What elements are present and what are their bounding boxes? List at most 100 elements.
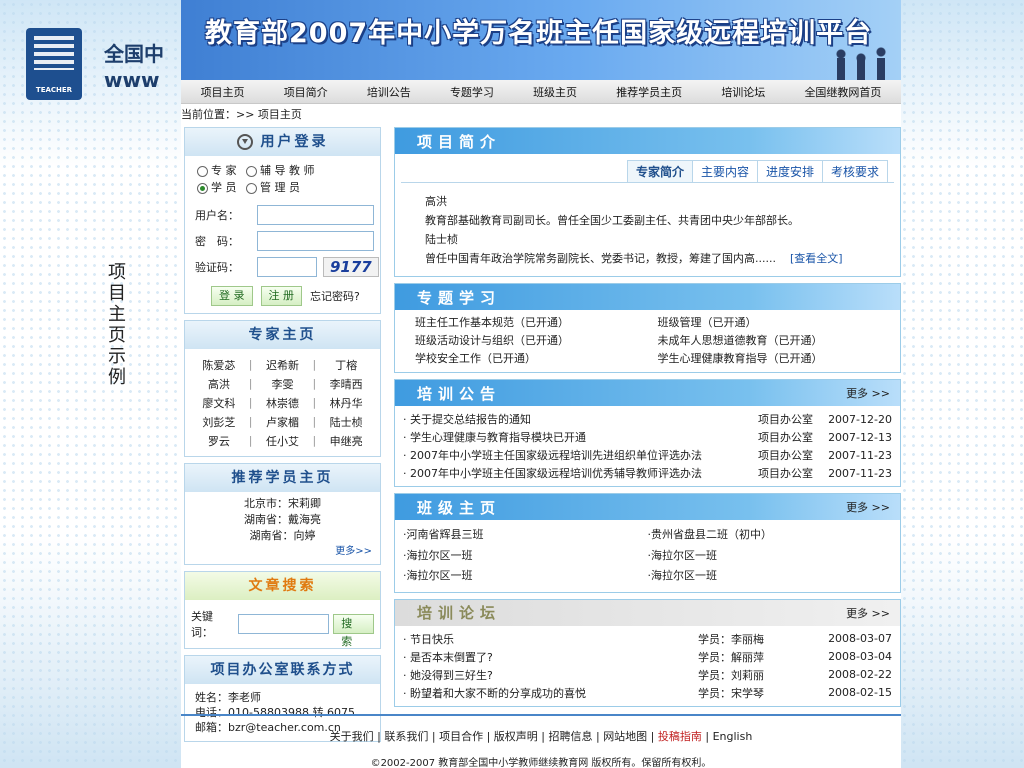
tab-schedule[interactable]: 进度安排 <box>756 160 823 182</box>
topic-link[interactable]: 班主任工作基本规范（已开通） <box>415 314 658 332</box>
experts-panel: 专家主页 陈爱苾 | 迟希新 | 丁榕 高洪 | 李雯 | 李晴西 廖文科 | 林崇德 | 林丹华 刘彭… <box>184 320 381 457</box>
forum-more-link[interactable]: 更多 >> <box>846 605 890 621</box>
expert-link[interactable]: 李雯 <box>255 374 311 393</box>
expert-link[interactable]: 廖文科 <box>191 393 247 412</box>
side-caption: 项目主页示例 <box>105 262 126 388</box>
topic-link[interactable]: 班级活动设计与组织（已开通） <box>415 332 658 350</box>
nav-recommend[interactable]: 推荐学员主页 <box>616 84 682 100</box>
recommend-panel: 推荐学员主页 北京市：宋莉卿 湖南省：戴海亮 湖南省：向婷 更多>> <box>184 463 381 565</box>
nav-forum[interactable]: 培训论坛 <box>721 84 765 100</box>
banner: 教育部2007年中小学万名班主任国家级远程培训平台 <box>181 0 901 80</box>
experts-title: 专家主页 <box>185 321 380 349</box>
expert-link[interactable]: 李晴西 <box>318 374 374 393</box>
read-more-link[interactable]: [查看全文] <box>790 252 843 265</box>
role-radio-admin[interactable] <box>246 182 257 194</box>
list-item: · 关于提交总结报告的通知 项目办公室 2007-12-20 <box>403 411 892 427</box>
expert-link[interactable]: 刘彭芝 <box>191 412 247 431</box>
recommend-title: 推荐学员主页 <box>185 464 380 492</box>
forum-post-link[interactable]: · 节日快乐 <box>403 631 698 647</box>
footer-link[interactable]: 项目合作 <box>439 730 483 743</box>
topic-link[interactable]: 学校安全工作（已开通） <box>415 350 658 368</box>
forgot-password-link[interactable]: 忘记密码? <box>310 288 360 304</box>
list-item: · 2007年中小学班主任国家级远程培训先进组织单位评选办法 项目办公室 2007-… <box>403 447 892 463</box>
list-item: · 是否本末倒置了? 学员：解丽萍 2008-03-04 <box>403 649 892 665</box>
footer-link[interactable]: 网站地图 <box>603 730 647 743</box>
role-radio-student[interactable] <box>197 182 208 194</box>
footer-link-submit[interactable]: 投稿指南 <box>658 730 702 743</box>
topic-link[interactable]: 学生心理健康教育指导（已开通） <box>658 350 901 368</box>
footer-link[interactable]: English <box>713 730 753 743</box>
search-title: 文章搜索 <box>185 572 380 600</box>
intro-title: 项目简介 <box>417 132 502 151</box>
notice-link[interactable]: · 2007年中小学班主任国家级远程培训先进组织单位评选办法 <box>403 447 758 463</box>
tab-expert-intro[interactable]: 专家简介 <box>626 160 693 182</box>
nav-classes[interactable]: 班级主页 <box>533 84 577 100</box>
brand-url: www <box>104 68 160 92</box>
nav-notices[interactable]: 培训公告 <box>367 84 411 100</box>
captcha-image[interactable]: 9177 <box>323 257 379 277</box>
topic-link[interactable]: 未成年人思想道德教育（已开通） <box>658 332 901 350</box>
recommend-link[interactable]: 湖南省：向婷 <box>185 528 380 544</box>
recommend-link[interactable]: 北京市：宋莉卿 <box>185 496 380 512</box>
tab-main-content[interactable]: 主要内容 <box>691 160 758 182</box>
nav-portal[interactable]: 全国继教网首页 <box>804 84 881 100</box>
brand-title: 全国中 <box>104 42 164 66</box>
list-item: · 2007年中小学班主任国家级远程培训优秀辅导教师评选办法 项目办公室 2007-… <box>403 465 892 481</box>
register-button[interactable]: 注 册 <box>260 286 302 306</box>
notice-link[interactable]: · 学生心理健康与教育指导模块已开通 <box>403 429 758 445</box>
login-button[interactable]: 登 录 <box>211 286 253 306</box>
expert-link[interactable]: 任小艾 <box>255 431 311 450</box>
nav-home[interactable]: 项目主页 <box>201 84 245 100</box>
role-radio-expert[interactable] <box>197 165 208 177</box>
class-link[interactable]: ·海拉尔区一班 <box>403 546 648 567</box>
class-link[interactable]: ·海拉尔区一班 <box>403 566 648 587</box>
forum-post-link[interactable]: · 她没得到三好生? <box>403 667 698 683</box>
tab-assessment[interactable]: 考核要求 <box>821 160 888 182</box>
main-nav: 项目主页 项目简介 培训公告 专题学习 班级主页 推荐学员主页 培训论坛 全国继… <box>181 80 901 104</box>
keyword-input[interactable] <box>237 614 330 634</box>
class-link[interactable]: ·贵州省盘县二班（初中） <box>648 525 893 546</box>
notices-more-link[interactable]: 更多 >> <box>846 385 890 401</box>
expert-link[interactable]: 林丹华 <box>318 393 374 412</box>
expert-link[interactable]: 卢家楣 <box>255 412 311 431</box>
notices-title: 培训公告 <box>417 384 502 403</box>
class-link[interactable]: ·海拉尔区一班 <box>648 546 893 567</box>
expert-link[interactable]: 申继亮 <box>318 431 374 450</box>
footer-link[interactable]: 招聘信息 <box>548 730 592 743</box>
nav-topics[interactable]: 专题学习 <box>450 84 494 100</box>
forum-panel: 培训论坛 更多 >> · 节日快乐 学员：李丽梅 2008-03-07 · 是否本末倒… <box>394 598 901 707</box>
role-radio-tutor[interactable] <box>246 165 257 177</box>
footer-link[interactable]: 版权声明 <box>494 730 538 743</box>
footer: 关于我们 | 联系我们 | 项目合作 | 版权声明 | 招聘信息 | 网站地图 … <box>181 714 901 768</box>
captcha-input[interactable] <box>257 257 317 277</box>
login-arrow-icon <box>236 134 253 150</box>
notice-link[interactable]: · 2007年中小学班主任国家级远程培训优秀辅导教师评选办法 <box>403 465 758 481</box>
expert-link[interactable]: 迟希新 <box>255 355 311 374</box>
username-input[interactable] <box>257 205 374 225</box>
recommend-more-link[interactable]: 更多>> <box>185 544 380 560</box>
nav-intro[interactable]: 项目简介 <box>284 84 328 100</box>
expert-link[interactable]: 丁榕 <box>318 355 374 374</box>
forum-post-link[interactable]: · 盼望着和大家不断的分享成功的喜悦 <box>403 685 698 701</box>
search-button[interactable]: 搜 索 <box>333 614 375 648</box>
expert-link[interactable]: 陈爱苾 <box>191 355 247 374</box>
teacher-logo: TEACHER <box>26 28 82 100</box>
forum-post-link[interactable]: · 是否本末倒置了? <box>403 649 698 665</box>
password-input[interactable] <box>257 231 374 251</box>
notice-link[interactable]: · 关于提交总结报告的通知 <box>403 411 758 427</box>
class-link[interactable]: ·海拉尔区一班 <box>648 566 893 587</box>
footer-link[interactable]: 联系我们 <box>384 730 428 743</box>
login-title: 用户登录 <box>260 134 329 150</box>
expert-link[interactable]: 陆士桢 <box>318 412 374 431</box>
intro-panel: 项目简介 专家简介 主要内容 进度安排 考核要求 高洪 教育部基础教育司副司长。… <box>394 127 901 277</box>
recommend-link[interactable]: 湖南省：戴海亮 <box>185 512 380 528</box>
expert-link[interactable]: 高洪 <box>191 374 247 393</box>
expert-link[interactable]: 罗云 <box>191 431 247 450</box>
class-link[interactable]: ·河南省辉县三班 <box>403 525 648 546</box>
classes-more-link[interactable]: 更多 >> <box>846 499 890 515</box>
topic-link[interactable]: 班级管理（已开通） <box>658 314 901 332</box>
contact-title: 项目办公室联系方式 <box>185 656 380 684</box>
copyright: ©2002-2007 教育部全国中小学教师继续教育网 版权所有。保留所有权利。 <box>370 758 712 768</box>
footer-link[interactable]: 关于我们 <box>330 730 374 743</box>
expert-link[interactable]: 林崇德 <box>255 393 311 412</box>
